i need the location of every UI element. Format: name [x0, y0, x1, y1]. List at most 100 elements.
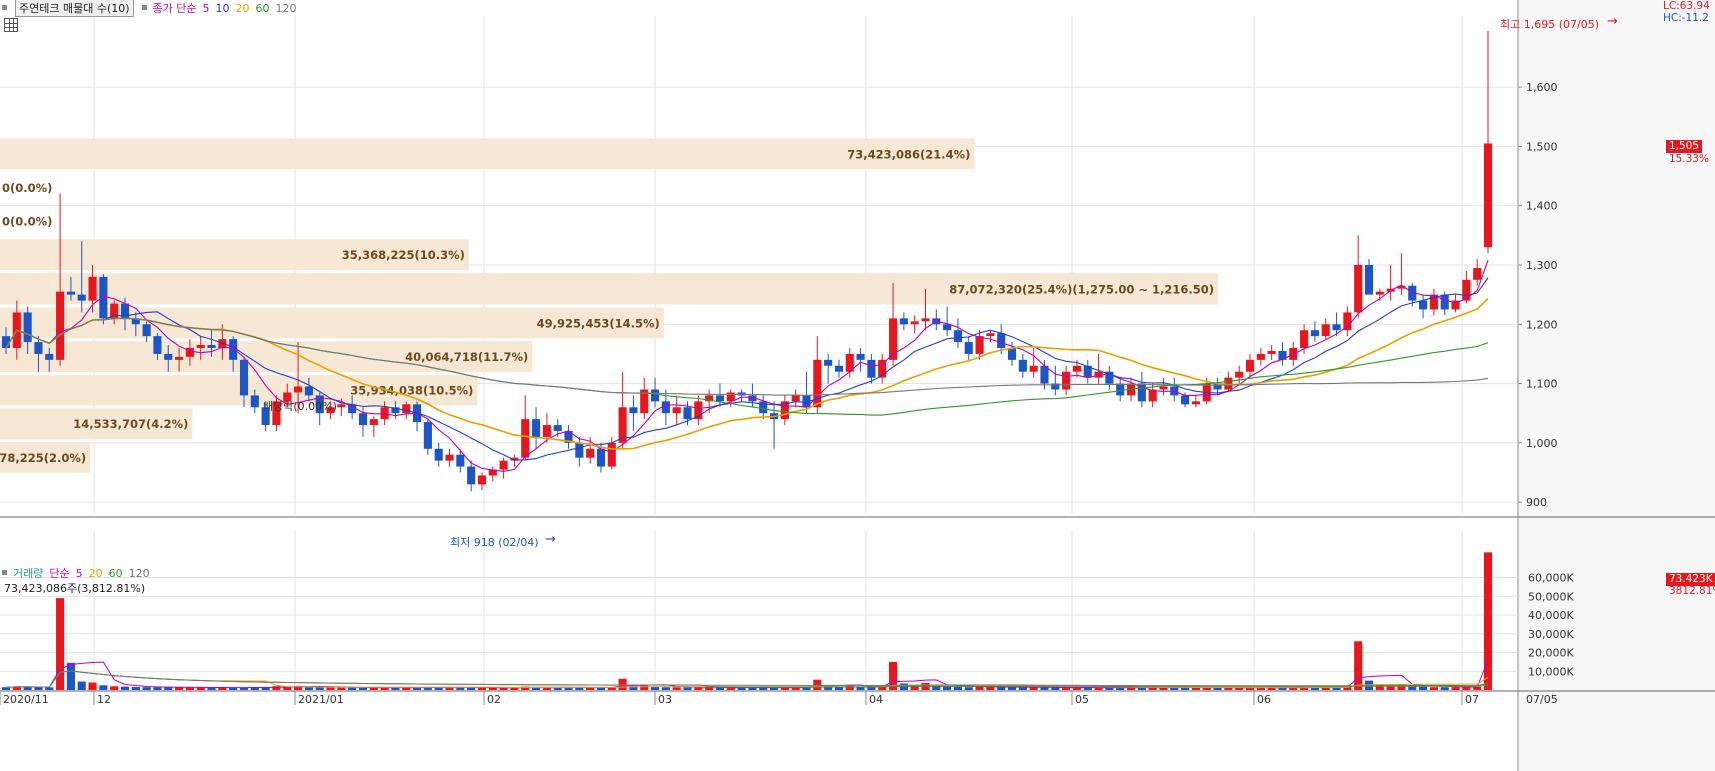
volume-bar — [77, 681, 86, 690]
candle-body — [337, 404, 346, 408]
y-tick-label: 1,200 — [1526, 318, 1558, 331]
candle-body — [672, 407, 681, 414]
candle-body — [1483, 143, 1493, 248]
volume-bar — [943, 686, 952, 690]
volume-bar — [142, 687, 151, 690]
candle-body — [142, 324, 151, 337]
volume-tick-label: 50,000K — [1528, 590, 1574, 603]
candle-body — [207, 345, 216, 348]
y-tick-label: 1,300 — [1526, 259, 1558, 272]
candle-body — [1332, 324, 1341, 331]
volume-bar — [1429, 687, 1438, 690]
candle-body — [596, 448, 606, 467]
volume-bar — [131, 687, 140, 690]
candle-body — [175, 356, 184, 360]
candle-body — [1018, 359, 1027, 372]
candle-body — [304, 386, 313, 396]
candle-body — [834, 365, 844, 372]
candle-body — [867, 359, 876, 378]
candle-body — [445, 454, 454, 461]
candle-body — [910, 321, 919, 325]
candle-body — [791, 395, 800, 402]
current-volume-pct: 3812.81% — [1669, 585, 1715, 597]
volume-bar — [1408, 686, 1417, 690]
candle-body — [1364, 265, 1374, 295]
volume-profile-band — [0, 138, 975, 170]
volume-bar — [813, 679, 822, 690]
volume-profile-label: 14,533,707(4.2%) — [73, 417, 188, 431]
stock-chart[interactable]: 2020/11 12 2021/01 02 03 04 05 06 07 07/05 900 1,00… — [0, 0, 1715, 771]
volume-bar — [45, 687, 54, 690]
x-tick-label: 03 — [658, 693, 672, 706]
candle-body — [856, 353, 865, 360]
y-tick-label: 1,000 — [1526, 437, 1558, 450]
candle-body — [824, 359, 833, 366]
candle-body — [1310, 330, 1319, 337]
volume-profile-label: 0(0.0%) — [2, 181, 52, 195]
x-tick-label: 2020/11 — [3, 693, 49, 706]
chart-title[interactable]: 주연테크 매물대 수(10) — [15, 0, 134, 17]
x-tick-label: 02 — [487, 693, 501, 706]
volume-bar — [185, 687, 194, 690]
candle-body — [66, 291, 75, 295]
candle-body — [196, 345, 205, 348]
low-annotation: 최저 918 (02/04) — [450, 536, 539, 549]
price-legend: 주연테크 매물대 수(10) 종가 단순 5 10 20 60 120 — [0, 0, 303, 17]
volume-bar — [99, 685, 108, 690]
candle-body — [88, 276, 97, 301]
volume-bar — [867, 687, 876, 690]
volume-bar — [997, 687, 1006, 690]
volume-bar — [348, 687, 357, 690]
x-tick-label: 12 — [97, 693, 111, 706]
volume-bar — [986, 687, 995, 690]
volume-bar — [661, 687, 670, 690]
candle-body — [607, 442, 616, 467]
volume-bar — [1483, 552, 1493, 690]
volume-bar — [953, 687, 962, 690]
x-tick-label: 04 — [869, 693, 883, 706]
volume-profile-label: 35,368,225(10.3%) — [342, 248, 465, 262]
candle-body — [1343, 312, 1352, 331]
volume-bar — [1051, 687, 1060, 690]
grid-settings-icon[interactable] — [4, 18, 18, 32]
low-arrow-icon: → — [545, 532, 556, 547]
candle-body — [997, 333, 1006, 348]
volume-tick-label: 40,000K — [1528, 609, 1574, 622]
dividend-annotation: 배당락(0.00%) — [263, 400, 337, 413]
candle-body — [477, 475, 487, 485]
candle-body — [586, 448, 595, 458]
candle-body — [1245, 359, 1255, 372]
volume-ma-20: 20 — [88, 566, 103, 580]
candle-body — [553, 425, 562, 431]
candle-body — [34, 342, 43, 354]
candle-body — [1181, 395, 1190, 405]
candle-body — [467, 466, 476, 485]
volume-bar — [1354, 641, 1363, 690]
volume-bar — [715, 687, 725, 690]
candle-body — [1300, 330, 1309, 348]
volume-profile-label: 40,064,718(11.7%) — [405, 350, 528, 364]
candle-body — [715, 395, 725, 402]
candle-body — [1473, 267, 1482, 280]
candle-body — [1235, 371, 1244, 378]
volume-profile-label: 73,423,086(21.4%) — [847, 147, 970, 161]
ma-label: 종가 단순 — [152, 2, 197, 15]
volume-bar — [618, 678, 627, 690]
candle-body — [1072, 365, 1081, 372]
volume-tick-label: 20,000K — [1528, 647, 1574, 660]
volume-bar — [1419, 686, 1428, 690]
candle-body — [56, 291, 65, 360]
volume-bar — [694, 687, 703, 690]
volume-bar — [196, 687, 205, 690]
candle-body — [456, 454, 465, 467]
candle-body — [542, 425, 551, 437]
high-arrow-icon: → — [1607, 14, 1618, 29]
candle-body — [650, 389, 660, 402]
candle-body — [1191, 401, 1200, 405]
candle-body — [1462, 279, 1471, 301]
candle-body — [369, 419, 378, 426]
ma-60: 60 — [255, 1, 270, 15]
y-tick-label: 1,500 — [1526, 140, 1558, 153]
candle-body — [164, 353, 173, 360]
volume-bar — [1440, 687, 1449, 690]
